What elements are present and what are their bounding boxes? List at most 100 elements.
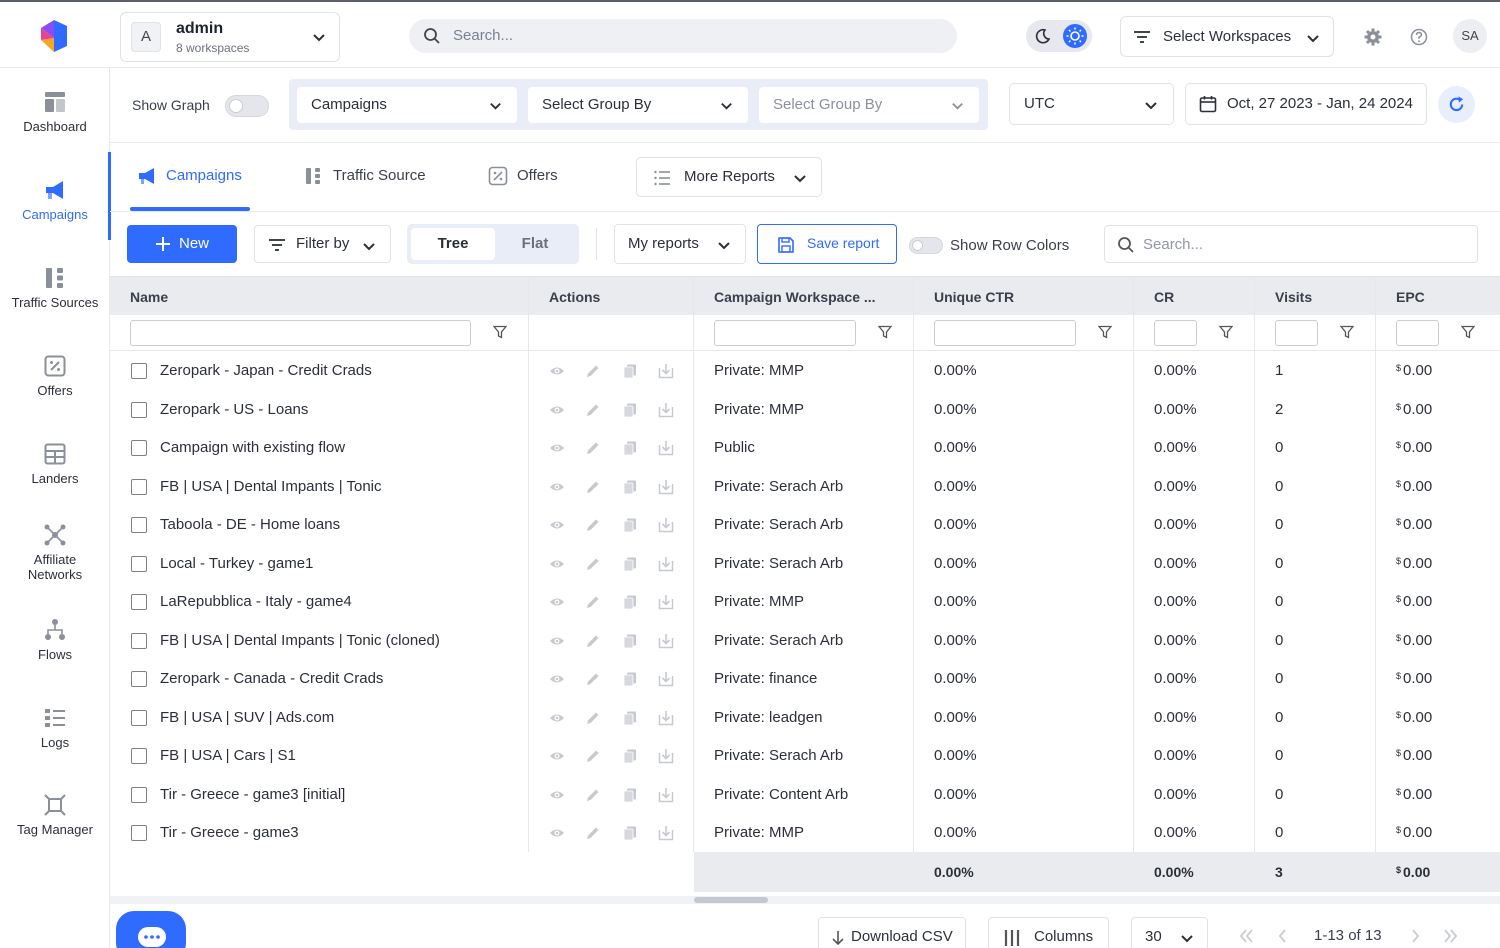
campaign-name[interactable]: FB | USA | Dental Impants | Tonic (clone…: [160, 632, 440, 649]
table-row[interactable]: Zeropark - Canada - Credit Crads Private:…: [110, 660, 1500, 698]
table-row[interactable]: FB | USA | SUV | Ads.com Private: leadgen…: [110, 699, 1500, 737]
table-row[interactable]: Tir - Greece - game3 Private: MMP 0.00% 0.0…: [110, 814, 1500, 852]
row-checkbox[interactable]: [131, 555, 147, 572]
group-select-1[interactable]: Campaigns: [297, 87, 517, 123]
view-icon[interactable]: [549, 440, 565, 456]
cr-filter-input[interactable]: [1154, 320, 1197, 346]
workspace-filter-input[interactable]: [714, 320, 856, 346]
first-page-icon[interactable]: [1233, 924, 1259, 948]
campaign-name[interactable]: LaRepubblica - Italy - game4: [160, 593, 352, 610]
campaign-name[interactable]: Tir - Greece - game3 [initial]: [160, 786, 345, 803]
view-icon[interactable]: [549, 825, 565, 841]
funnel-icon[interactable]: [878, 325, 892, 339]
name-filter-input[interactable]: [130, 320, 471, 346]
copy-icon[interactable]: [622, 479, 638, 495]
timezone-select[interactable]: UTC: [1009, 83, 1174, 125]
filter-by-dropdown[interactable]: Filter by: [254, 225, 391, 263]
edit-icon[interactable]: [585, 440, 601, 456]
show-graph-toggle[interactable]: [225, 95, 269, 117]
edit-icon[interactable]: [585, 363, 601, 379]
theme-toggle[interactable]: [1026, 20, 1092, 52]
edit-icon[interactable]: [585, 556, 601, 572]
archive-icon[interactable]: [658, 633, 674, 649]
edit-icon[interactable]: [585, 787, 601, 803]
copy-icon[interactable]: [622, 402, 638, 418]
download-csv-button[interactable]: Download CSV: [818, 917, 966, 948]
gear-icon[interactable]: [1363, 27, 1383, 47]
row-colors-toggle[interactable]: [909, 237, 943, 254]
refresh-button[interactable]: [1438, 86, 1475, 123]
campaign-name[interactable]: FB | USA | SUV | Ads.com: [160, 709, 334, 726]
row-checkbox[interactable]: [131, 401, 147, 418]
archive-icon[interactable]: [658, 517, 674, 533]
sidebar-item-affiliate-networks[interactable]: Affiliate Networks: [0, 523, 110, 582]
campaign-name[interactable]: FB | USA | Cars | S1: [160, 747, 296, 764]
table-row[interactable]: Zeropark - Japan - Credit Crads Private: …: [110, 352, 1500, 390]
page-size-select[interactable]: 30: [1131, 917, 1208, 948]
table-row[interactable]: Local - Turkey - game1 Private: Serach Ar…: [110, 545, 1500, 583]
view-icon[interactable]: [549, 556, 565, 572]
funnel-icon[interactable]: [493, 325, 507, 339]
tab-campaigns[interactable]: Campaigns: [137, 160, 252, 210]
row-checkbox[interactable]: [131, 594, 147, 610]
funnel-icon[interactable]: [1340, 325, 1354, 339]
archive-icon[interactable]: [658, 787, 674, 803]
edit-icon[interactable]: [585, 594, 601, 610]
epc-filter-input[interactable]: [1396, 320, 1439, 346]
last-page-icon[interactable]: [1438, 924, 1464, 948]
sidebar-item-traffic-sources[interactable]: Traffic Sources: [0, 266, 110, 310]
row-checkbox[interactable]: [131, 748, 147, 764]
chat-support-button[interactable]: [116, 911, 186, 948]
table-row[interactable]: Taboola - DE - Home loans Private: Serach…: [110, 506, 1500, 544]
view-icon[interactable]: [549, 479, 565, 495]
archive-icon[interactable]: [658, 594, 674, 610]
copy-icon[interactable]: [622, 556, 638, 572]
campaign-name[interactable]: Zeropark - Japan - Credit Crads: [160, 362, 372, 379]
campaign-name[interactable]: Taboola - DE - Home loans: [160, 516, 340, 533]
sidebar-item-dashboard[interactable]: Dashboard: [0, 90, 110, 134]
scrollbar-thumb[interactable]: [694, 897, 768, 903]
table-row[interactable]: FB | USA | Dental Impants | Tonic (clone…: [110, 622, 1500, 660]
edit-icon[interactable]: [585, 517, 601, 533]
sidebar-item-landers[interactable]: Landers: [0, 442, 110, 486]
sidebar-item-logs[interactable]: Logs: [0, 706, 110, 750]
save-report-button[interactable]: Save report: [757, 224, 897, 264]
view-icon[interactable]: [549, 748, 565, 764]
archive-icon[interactable]: [658, 479, 674, 495]
new-campaign-button[interactable]: New: [127, 225, 237, 263]
table-row[interactable]: Zeropark - US - Loans Private: MMP 0.00% 0.…: [110, 391, 1500, 429]
table-row[interactable]: FB | USA | Dental Impants | Tonic Private…: [110, 468, 1500, 506]
archive-icon[interactable]: [658, 825, 674, 841]
my-reports-dropdown[interactable]: My reports: [614, 224, 746, 264]
view-icon[interactable]: [549, 594, 565, 610]
table-row[interactable]: FB | USA | Cars | S1 Private: Serach Arb 0…: [110, 737, 1500, 775]
view-icon[interactable]: [549, 402, 565, 418]
archive-icon[interactable]: [658, 440, 674, 456]
archive-icon[interactable]: [658, 556, 674, 572]
campaign-name[interactable]: FB | USA | Dental Impants | Tonic: [160, 478, 382, 495]
view-icon[interactable]: [549, 787, 565, 803]
row-checkbox[interactable]: [131, 632, 147, 649]
funnel-icon[interactable]: [1219, 325, 1233, 339]
column-header-name[interactable]: Name: [130, 289, 168, 305]
row-checkbox[interactable]: [131, 671, 147, 687]
funnel-icon[interactable]: [1098, 325, 1112, 339]
copy-icon[interactable]: [622, 440, 638, 456]
copy-icon[interactable]: [622, 633, 638, 649]
table-row[interactable]: Tir - Greece - game3 [initial] Private: C…: [110, 776, 1500, 814]
table-search-input[interactable]: Search...: [1104, 225, 1478, 263]
row-checkbox[interactable]: [131, 786, 147, 803]
edit-icon[interactable]: [585, 402, 601, 418]
horizontal-scrollbar[interactable]: [110, 896, 1500, 904]
select-workspaces-dropdown[interactable]: Select Workspaces: [1120, 16, 1334, 57]
archive-icon[interactable]: [658, 710, 674, 726]
user-avatar[interactable]: SA: [1453, 19, 1487, 53]
tab-traffic-source[interactable]: Traffic Source: [304, 160, 434, 210]
archive-icon[interactable]: [658, 363, 674, 379]
more-reports-dropdown[interactable]: More Reports: [636, 157, 822, 197]
copy-icon[interactable]: [622, 787, 638, 803]
archive-icon[interactable]: [658, 748, 674, 764]
view-icon[interactable]: [549, 363, 565, 379]
row-checkbox[interactable]: [131, 709, 147, 726]
view-icon[interactable]: [549, 517, 565, 533]
